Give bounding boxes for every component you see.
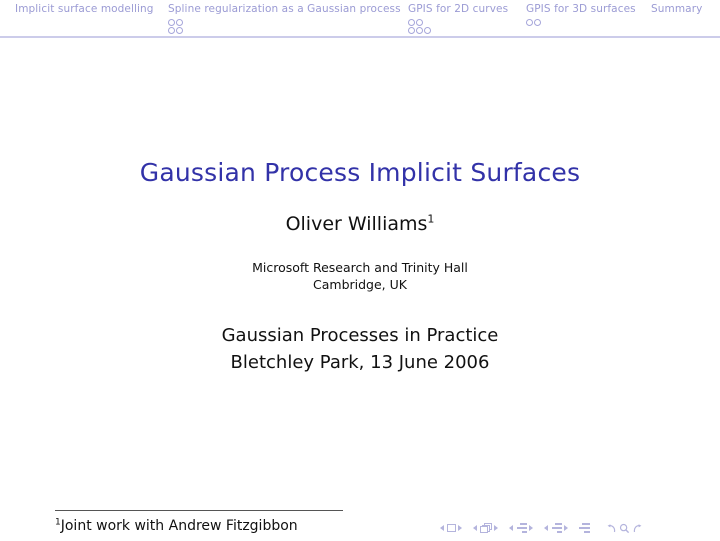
nav-dot[interactable]	[424, 27, 431, 34]
previous-subsection-icon[interactable]	[509, 525, 513, 531]
page-title: Gaussian Process Implicit Surfaces	[139, 158, 581, 187]
back-find-forward-group	[606, 523, 645, 534]
nav-dot-row	[526, 18, 636, 26]
author-footnote-marker: 1	[427, 212, 435, 226]
slide-indicator-icon[interactable]	[446, 524, 456, 532]
affiliation-block: Microsoft Research and Trinity Hall Camb…	[0, 259, 720, 293]
nav-section-label: GPIS for 2D curves	[408, 3, 509, 15]
affiliation-location: Cambridge, UK	[313, 277, 407, 292]
footnote-block: 1Joint work with Andrew Fitzgibbon	[55, 515, 455, 536]
undo-arrow-icon[interactable]	[606, 523, 617, 534]
event-venue-date: Bletchley Park, 13 June 2006	[230, 352, 490, 373]
nav-section-label: Summary	[651, 3, 703, 15]
title-block: Gaussian Process Implicit Surfaces	[0, 158, 720, 188]
nav-dot[interactable]	[416, 27, 423, 34]
document-navigation-group	[579, 523, 590, 533]
navigation-sections: Implicit surface modelling Spline regula…	[0, 0, 720, 37]
previous-frame-icon[interactable]	[473, 525, 477, 531]
nav-section-label: Implicit surface modelling	[15, 3, 154, 15]
nav-dot-row	[408, 18, 508, 26]
subsection-navigation-group	[509, 523, 533, 533]
nav-section-gpis-3d-surfaces[interactable]: GPIS for 3D surfaces	[526, 3, 636, 26]
section-indicator-icon[interactable]	[551, 523, 562, 533]
nav-section-dots	[526, 18, 636, 26]
nav-section-dots	[168, 18, 401, 34]
author-block: Oliver Williams1	[0, 212, 720, 236]
navigation-headline-bar: Implicit surface modelling Spline regula…	[0, 0, 720, 38]
frame-navigation-group	[473, 523, 498, 533]
nav-dot[interactable]	[176, 27, 183, 34]
next-section-icon[interactable]	[564, 525, 568, 531]
nav-dot-row	[408, 26, 508, 34]
nav-dot-row	[168, 26, 401, 34]
nav-section-dots	[408, 18, 508, 34]
navigation-bar-divider	[0, 36, 720, 38]
magnifier-icon[interactable]	[619, 523, 630, 534]
nav-dot[interactable]	[416, 19, 423, 26]
footnote-text: 1Joint work with Andrew Fitzgibbon	[55, 518, 298, 534]
subsection-indicator-icon[interactable]	[516, 523, 527, 533]
nav-dot[interactable]	[526, 19, 533, 26]
footnote-body: Joint work with Andrew Fitzgibbon	[60, 518, 298, 534]
event-name: Gaussian Processes in Practice	[221, 325, 499, 346]
previous-slide-icon[interactable]	[440, 525, 444, 531]
next-frame-icon[interactable]	[494, 525, 498, 531]
author-name: Oliver Williams1	[286, 213, 435, 235]
next-subsection-icon[interactable]	[529, 525, 533, 531]
nav-dot[interactable]	[168, 27, 175, 34]
nav-dot-row	[168, 18, 401, 26]
nav-dot[interactable]	[168, 19, 175, 26]
nav-section-label: GPIS for 3D surfaces	[526, 3, 636, 15]
nav-dot[interactable]	[176, 19, 183, 26]
previous-section-icon[interactable]	[544, 525, 548, 531]
event-block: Gaussian Processes in Practice Bletchley…	[0, 322, 720, 376]
redo-arrow-icon[interactable]	[632, 523, 643, 534]
frame-indicator-icon[interactable]	[479, 523, 492, 533]
document-indicator-icon[interactable]	[579, 523, 590, 533]
affiliation-institution: Microsoft Research and Trinity Hall	[252, 260, 468, 275]
nav-section-summary[interactable]: Summary	[651, 3, 702, 18]
nav-dot[interactable]	[408, 27, 415, 34]
author-name-text: Oliver Williams	[285, 213, 428, 235]
section-navigation-group	[544, 523, 568, 533]
footnote-divider	[55, 510, 343, 511]
nav-section-label: Spline regularization as a Gaussian proc…	[168, 3, 401, 15]
beamer-navigation-symbols	[440, 519, 715, 537]
nav-dot[interactable]	[408, 19, 415, 26]
next-slide-icon[interactable]	[458, 525, 462, 531]
slide-navigation-group	[440, 524, 462, 532]
nav-section-gpis-2d-curves[interactable]: GPIS for 2D curves	[408, 3, 508, 34]
nav-section-spline-regularization[interactable]: Spline regularization as a Gaussian proc…	[168, 3, 401, 34]
nav-section-implicit-surface-modelling[interactable]: Implicit surface modelling	[15, 3, 154, 18]
nav-dot[interactable]	[534, 19, 541, 26]
